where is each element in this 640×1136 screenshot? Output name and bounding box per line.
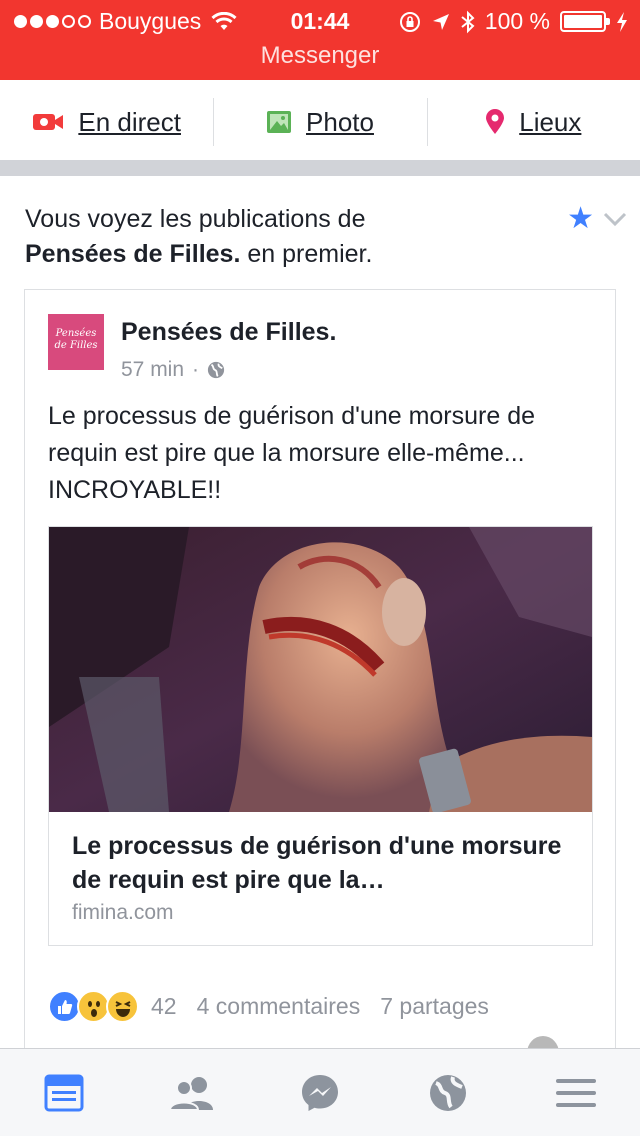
- link-preview-card[interactable]: Le processus de guérison d'une morsure d…: [48, 526, 593, 946]
- bluetooth-icon: [461, 10, 475, 33]
- tab-notifications[interactable]: [384, 1049, 512, 1136]
- reaction-count: 42: [151, 993, 177, 1019]
- page-avatar[interactable]: Pensées de Filles: [48, 314, 104, 370]
- location-arrow-icon: [432, 13, 449, 30]
- globe-icon: [430, 1074, 466, 1111]
- reactions-summary[interactable]: 42 4 commentaires 7 partages: [48, 990, 489, 1023]
- page-avatar-logo-text: Pensées de Filles: [54, 328, 98, 351]
- post-timestamp[interactable]: 57 min: [121, 358, 184, 382]
- photo-button[interactable]: Photo: [213, 80, 426, 164]
- haha-reaction-icon: [106, 990, 139, 1023]
- meta-separator: ·: [192, 358, 200, 381]
- live-video-button[interactable]: En direct: [0, 80, 213, 164]
- places-button[interactable]: Lieux: [426, 80, 640, 164]
- messenger-icon: [302, 1074, 338, 1111]
- share-count[interactable]: 7 partages: [380, 993, 489, 1020]
- menu-icon: [556, 1078, 596, 1107]
- see-first-page-name[interactable]: Pensées de Filles.: [25, 240, 240, 268]
- see-first-suffix: en premier.: [240, 240, 373, 268]
- post-text: Le processus de guérison d'une morsure d…: [48, 402, 536, 504]
- friends-icon: [169, 1076, 213, 1110]
- link-domain: fimina.com: [72, 901, 174, 924]
- link-preview-image: [49, 527, 592, 812]
- tab-messenger[interactable]: [256, 1049, 384, 1136]
- location-pin-icon: [486, 109, 505, 134]
- section-divider: [0, 160, 640, 176]
- status-bar: Bouygues 01:44 100 % Messenger: [0, 0, 640, 80]
- live-video-label: En direct: [78, 106, 181, 137]
- news-feed-icon: [44, 1074, 84, 1111]
- status-row: Bouygues 01:44 100 %: [0, 6, 640, 38]
- see-first-notice: Vous voyez les publications de Pensées d…: [25, 202, 525, 272]
- tab-news-feed[interactable]: [0, 1049, 128, 1136]
- status-right: 100 %: [399, 8, 628, 35]
- post-meta: 57 min ·: [121, 358, 225, 382]
- return-to-app-banner[interactable]: Messenger: [0, 42, 640, 70]
- tab-friend-requests[interactable]: [128, 1049, 256, 1136]
- battery-icon: [560, 11, 610, 32]
- photo-icon: [267, 111, 292, 133]
- places-label: Lieux: [519, 106, 582, 137]
- see-first-star-icon[interactable]: ★: [567, 204, 594, 234]
- chevron-down-icon[interactable]: [602, 206, 628, 232]
- battery-percent: 100 %: [484, 8, 550, 34]
- comment-count[interactable]: 4 commentaires: [197, 993, 361, 1020]
- charging-bolt-icon: [617, 11, 627, 32]
- tab-bar: [0, 1048, 640, 1136]
- orientation-lock-icon: [399, 11, 420, 32]
- tab-more[interactable]: [512, 1049, 640, 1136]
- battery-level-fill: [564, 15, 602, 28]
- composer-bar: En direct Photo Lieux: [0, 80, 640, 164]
- globe-icon: [207, 361, 225, 379]
- see-first-prefix: Vous voyez les publications de: [25, 205, 366, 233]
- live-video-icon: [33, 114, 64, 130]
- link-title: Le processus de guérison d'une morsure d…: [72, 832, 562, 894]
- post-page-name[interactable]: Pensées de Filles.: [121, 318, 336, 347]
- photo-label: Photo: [306, 106, 374, 137]
- feed-story: Vous voyez les publications de Pensées d…: [0, 176, 640, 1070]
- shared-post: Pensées de Filles Pensées de Filles. 57 …: [24, 289, 616, 1070]
